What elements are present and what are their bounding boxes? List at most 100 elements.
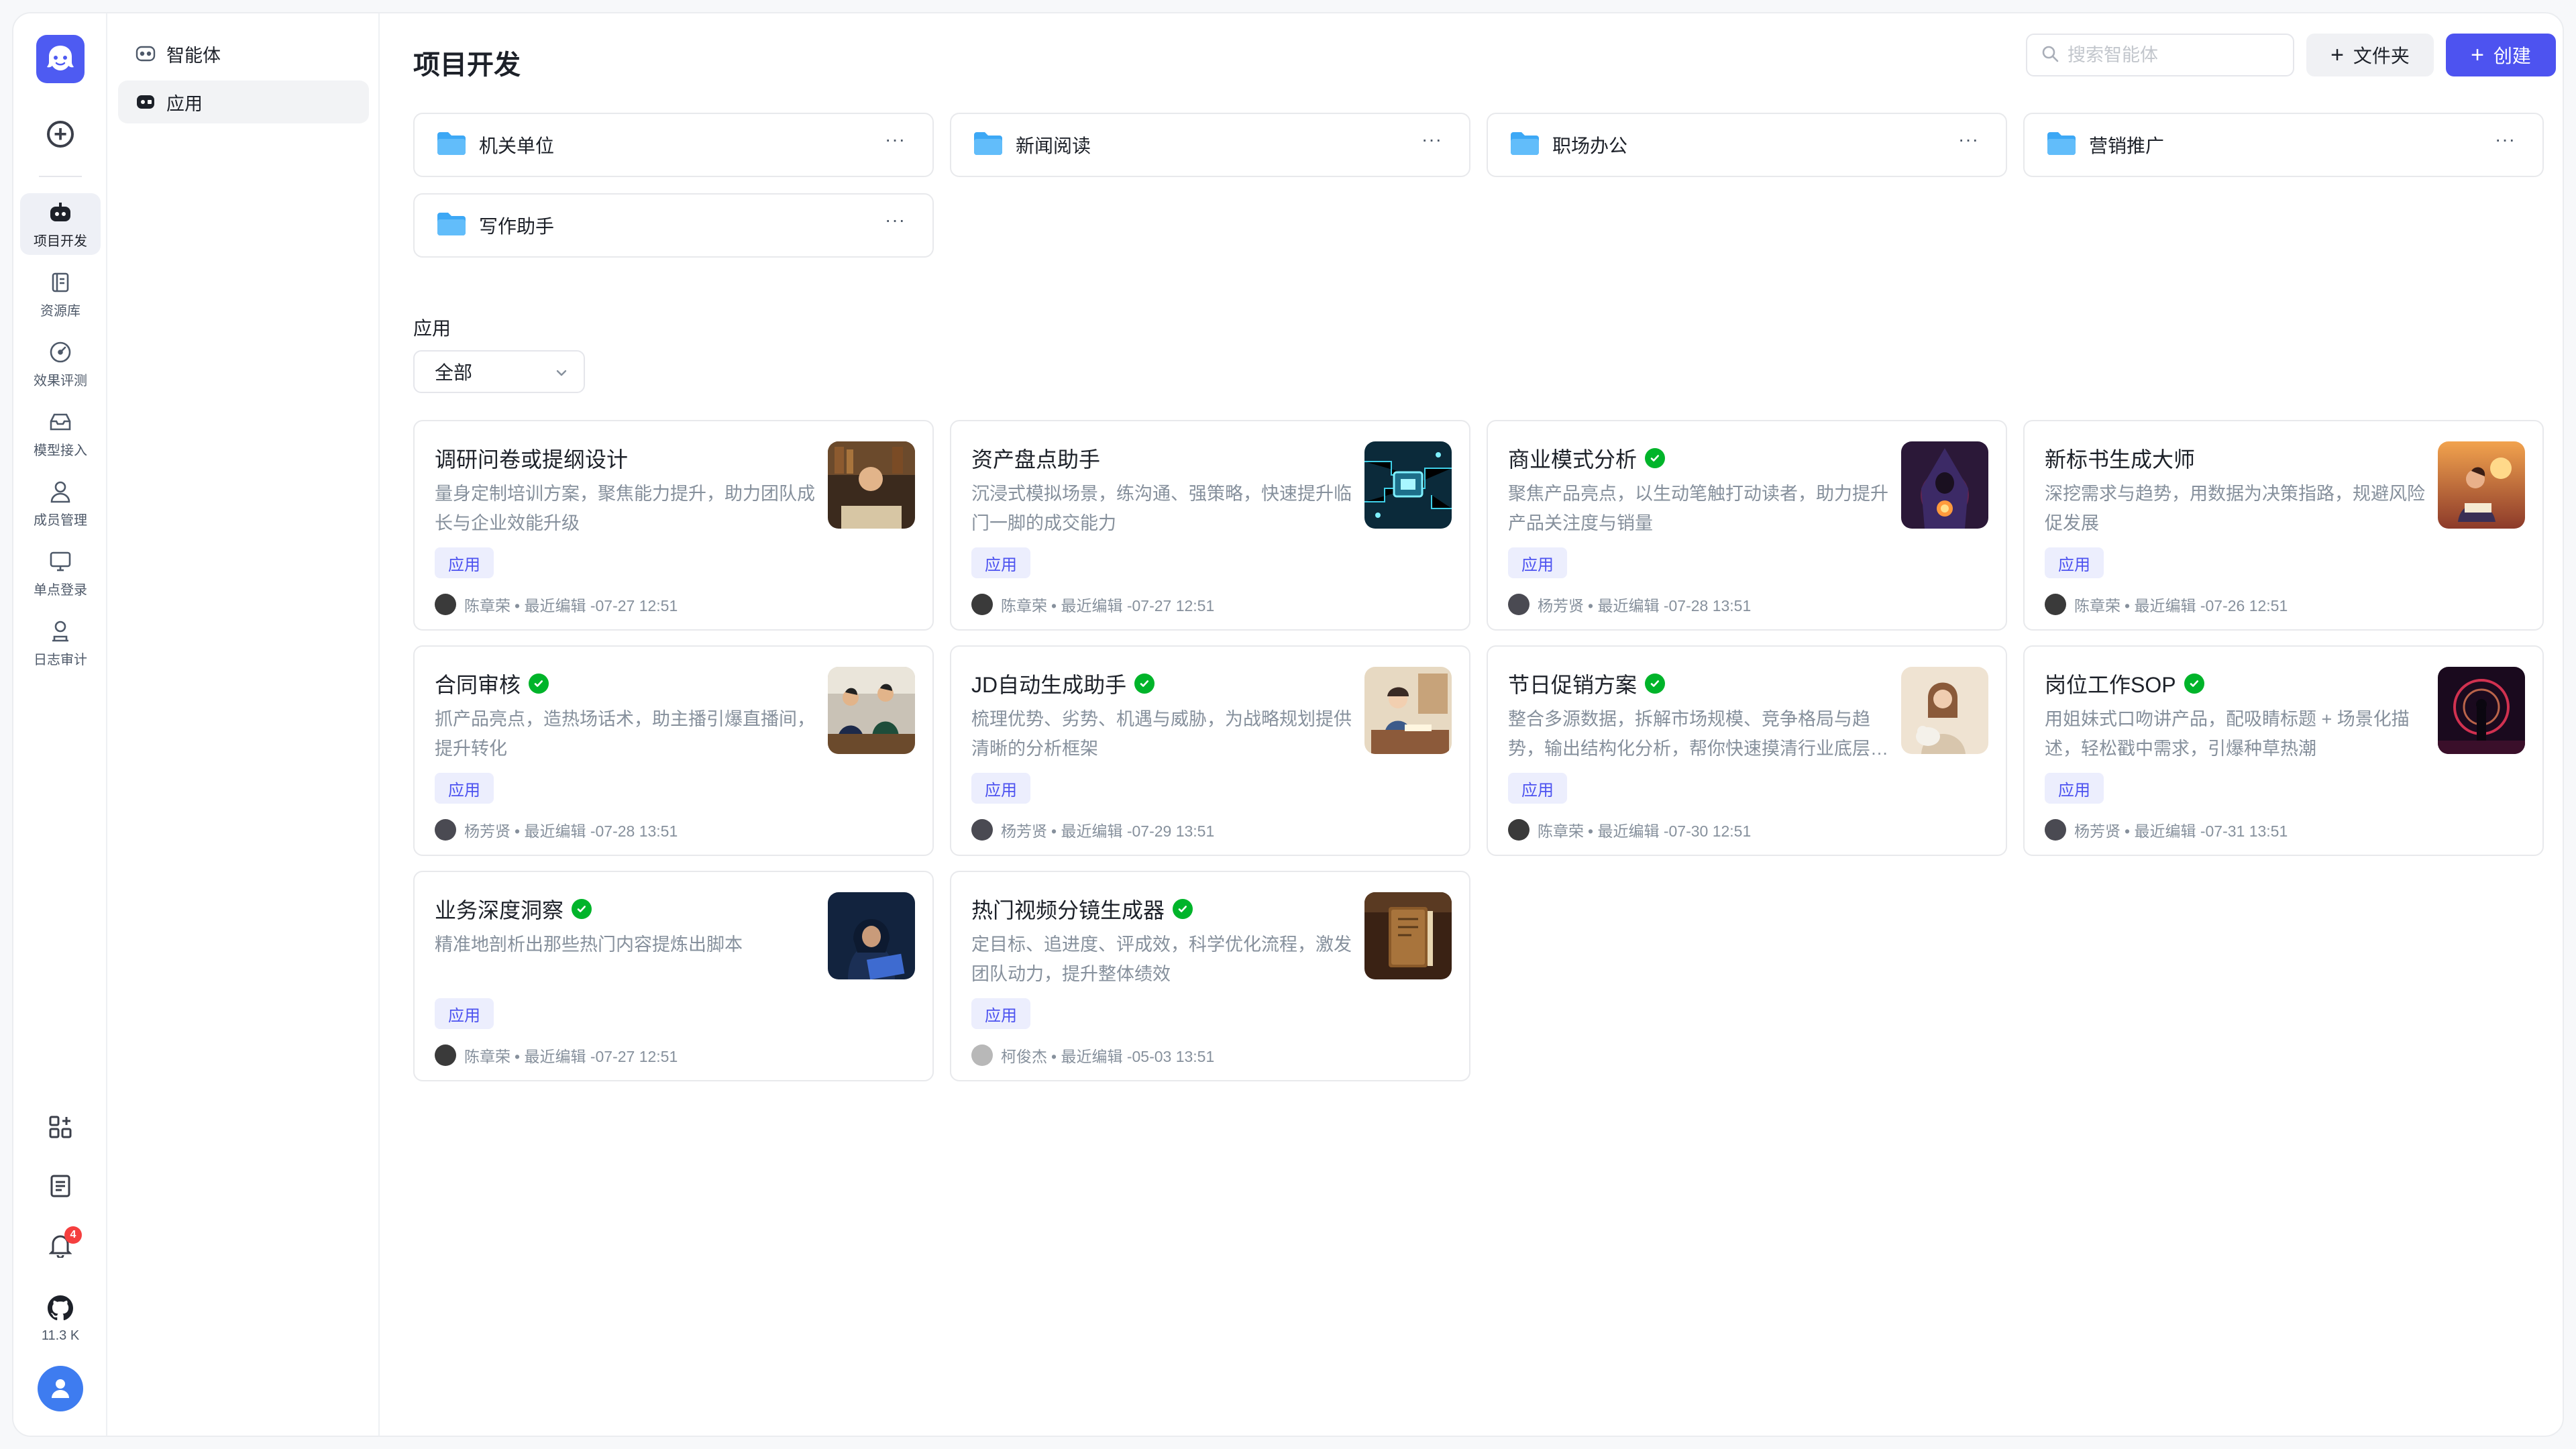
- app-description: 用姐妹式口吻讲产品，配吸睛标题 + 场景化描述，轻松戳中需求，引爆种草热潮: [2045, 709, 2410, 759]
- app-title: JD自动生成助手: [971, 673, 1127, 697]
- app-thumbnail: [828, 667, 915, 754]
- subnav-label: 应用: [166, 93, 203, 114]
- app-card[interactable]: 业务深度洞察 精准地剖析出那些热门内容提炼出脚本 应用 陈章荣 • 最近编辑 -07-2…: [413, 871, 934, 1081]
- app-card[interactable]: 商业模式分析 聚焦产品亮点，以生动笔触打动读者，助力提升产品关注度与销量 应用 杨芳贤…: [1487, 420, 2007, 631]
- more-icon[interactable]: ···: [2495, 129, 2516, 150]
- app-card[interactable]: 新标书生成大师 深挖需求与趋势，用数据为决策指路，规避风险促发展 应用 陈章荣 • 最近…: [2023, 420, 2544, 631]
- app-description: 沉浸式模拟场景，练沟通、强策略，快速提升临门一脚的成交能力: [971, 484, 1352, 533]
- secondary-sidebar: 智能体 应用: [109, 13, 380, 1436]
- app-thumbnail: [2438, 667, 2525, 754]
- folder-card[interactable]: 职场办公 ···: [1487, 113, 2007, 177]
- search-input[interactable]: [2068, 44, 2282, 66]
- app-title-row: 岗位工作SOP: [2045, 668, 2204, 699]
- more-icon[interactable]: ···: [885, 209, 906, 231]
- apps-grid-icon[interactable]: [47, 1114, 74, 1140]
- app-card[interactable]: 岗位工作SOP 用姐妹式口吻讲产品，配吸睛标题 + 场景化描述，轻松戳中需求，引爆…: [2023, 645, 2544, 856]
- subnav-item-apps[interactable]: 应用: [118, 80, 369, 123]
- app-title-row: 业务深度洞察: [435, 894, 592, 924]
- folder-card[interactable]: 写作助手 ···: [413, 193, 934, 258]
- app-meta: 杨芳贤 • 最近编辑 -07-28 13:51: [435, 818, 678, 841]
- folder-card[interactable]: 机关单位 ···: [413, 113, 934, 177]
- app-thumbnail: [2438, 441, 2525, 529]
- app-logo[interactable]: [36, 35, 85, 83]
- rail-item-model-access[interactable]: 模型接入: [20, 402, 101, 464]
- app-type-tag: 应用: [971, 998, 1030, 1029]
- app-thumbnail: [1364, 667, 1452, 754]
- app-meta: 柯俊杰 • 最近编辑 -05-03 13:51: [971, 1044, 1214, 1067]
- app-title-row: 商业模式分析: [1508, 443, 1666, 474]
- verified-check-icon: [1173, 899, 1193, 919]
- rail-nav: 项目开发 资源库 效果评测 模型接入 成员管理 单点登录 日志审计: [20, 193, 101, 682]
- app-card[interactable]: 热门视频分镜生成器 定目标、追进度、评成效，科学优化流程，激发团队动力，提升整体绩…: [950, 871, 1470, 1081]
- app-card[interactable]: 节日促销方案 整合多源数据，拆解市场规模、竞争格局与趋势，输出结构化分析，帮你快速…: [1487, 645, 2007, 856]
- author-name: 柯俊杰: [1001, 1048, 1047, 1065]
- author-avatar: [435, 819, 456, 841]
- main-content: 项目开发 + 文件夹 + 创建 机关单位 ··· 新闻阅读 ···: [380, 13, 2563, 1436]
- agent-icon: [136, 44, 156, 64]
- app-type-tag: 应用: [1508, 773, 1567, 804]
- app-window: + 项目开发 资源库 效果评测 模型接入 成员管理 单点登录 日志审计 4 11…: [12, 12, 2564, 1437]
- app-filter-select[interactable]: 全部: [413, 350, 585, 393]
- app-card[interactable]: 调研问卷或提纲设计 量身定制培训方案，聚焦能力提升，助力团队成长与企业效能升级 应用…: [413, 420, 934, 631]
- author-name: 陈章荣: [2074, 597, 2121, 614]
- app-card[interactable]: 资产盘点助手 沉浸式模拟场景，练沟通、强策略，快速提升临门一脚的成交能力 应用 陈章荣…: [950, 420, 1470, 631]
- new-item-button[interactable]: +: [47, 121, 74, 148]
- verified-check-icon: [572, 899, 592, 919]
- rail-item-audit-log[interactable]: 日志审计: [20, 612, 101, 674]
- verified-check-icon: [1134, 674, 1155, 694]
- last-edited: • 最近编辑 -07-28 13:51: [1588, 597, 1752, 614]
- search-icon: [2041, 44, 2059, 66]
- github-icon[interactable]: [47, 1295, 74, 1322]
- library-icon: [47, 269, 74, 296]
- rail-item-sso[interactable]: 单点登录: [20, 542, 101, 604]
- folder-card[interactable]: 新闻阅读 ···: [950, 113, 1470, 177]
- app-title: 岗位工作SOP: [2045, 673, 2176, 697]
- last-edited: • 最近编辑 -05-03 13:51: [1051, 1048, 1215, 1065]
- app-icon: [136, 92, 156, 112]
- more-icon[interactable]: ···: [1958, 129, 1979, 150]
- create-button[interactable]: + 创建: [2446, 34, 2556, 76]
- app-title-row: 新标书生成大师: [2045, 443, 2195, 474]
- author-avatar: [2045, 594, 2066, 615]
- search-box[interactable]: [2026, 34, 2294, 76]
- app-thumbnail: [1901, 667, 1988, 754]
- more-icon[interactable]: ···: [1421, 129, 1442, 150]
- app-type-tag: 应用: [435, 998, 494, 1029]
- rail-item-members[interactable]: 成员管理: [20, 472, 101, 534]
- more-icon[interactable]: ···: [885, 129, 906, 150]
- folder-name: 营销推广: [2089, 136, 2165, 156]
- app-description: 精准地剖析出那些热门内容提炼出脚本: [435, 934, 743, 955]
- app-type-tag: 应用: [971, 773, 1030, 804]
- document-icon[interactable]: [47, 1173, 74, 1199]
- folder-card[interactable]: 营销推广 ···: [2023, 113, 2544, 177]
- folder-icon: [1509, 131, 1540, 160]
- app-card[interactable]: 合同审核 抓产品亮点，造热场话术，助主播引爆直播间，提升转化 应用 杨芳贤 • 最近编辑…: [413, 645, 934, 856]
- folder-icon: [436, 131, 467, 160]
- app-meta: 陈章荣 • 最近编辑 -07-30 12:51: [1508, 818, 1751, 841]
- app-card[interactable]: JD自动生成助手梳理优势、劣势、机遇与威胁，为战略规划提供清晰的分析框架应用杨芳…: [950, 645, 1470, 856]
- inbox-icon: [47, 409, 74, 435]
- app-type-tag: 应用: [435, 547, 494, 578]
- user-avatar[interactable]: [38, 1366, 83, 1411]
- folder-name: 机关单位: [479, 136, 555, 156]
- app-thumbnail: [828, 892, 915, 979]
- rail-item-evaluation[interactable]: 效果评测: [20, 333, 101, 394]
- app-title-row: 节日促销方案: [1508, 668, 1666, 699]
- rail-item-project-dev[interactable]: 项目开发: [20, 193, 101, 255]
- subnav-item-agents[interactable]: 智能体: [118, 32, 369, 75]
- app-description: 梳理优势、劣势、机遇与威胁，为战略规划提供清晰的分析框架: [971, 709, 1352, 759]
- app-type-tag: 应用: [2045, 547, 2104, 578]
- author-name: 陈章荣: [464, 597, 511, 614]
- app-title: 新标书生成大师: [2045, 447, 2196, 472]
- robot-icon: [47, 199, 74, 226]
- app-title: 节日促销方案: [1508, 673, 1638, 697]
- new-folder-button[interactable]: + 文件夹: [2306, 34, 2434, 76]
- author-avatar: [971, 1044, 993, 1066]
- rail-item-resource-library[interactable]: 资源库: [20, 263, 101, 325]
- author-name: 杨芳贤: [1001, 822, 1047, 840]
- plus-icon: +: [2471, 42, 2484, 68]
- app-meta: 陈章荣 • 最近编辑 -07-26 12:51: [2045, 593, 2288, 616]
- app-meta: 杨芳贤 • 最近编辑 -07-31 13:51: [2045, 818, 2288, 841]
- notification-bell-icon[interactable]: 4: [47, 1226, 82, 1258]
- app-type-tag: 应用: [435, 773, 494, 804]
